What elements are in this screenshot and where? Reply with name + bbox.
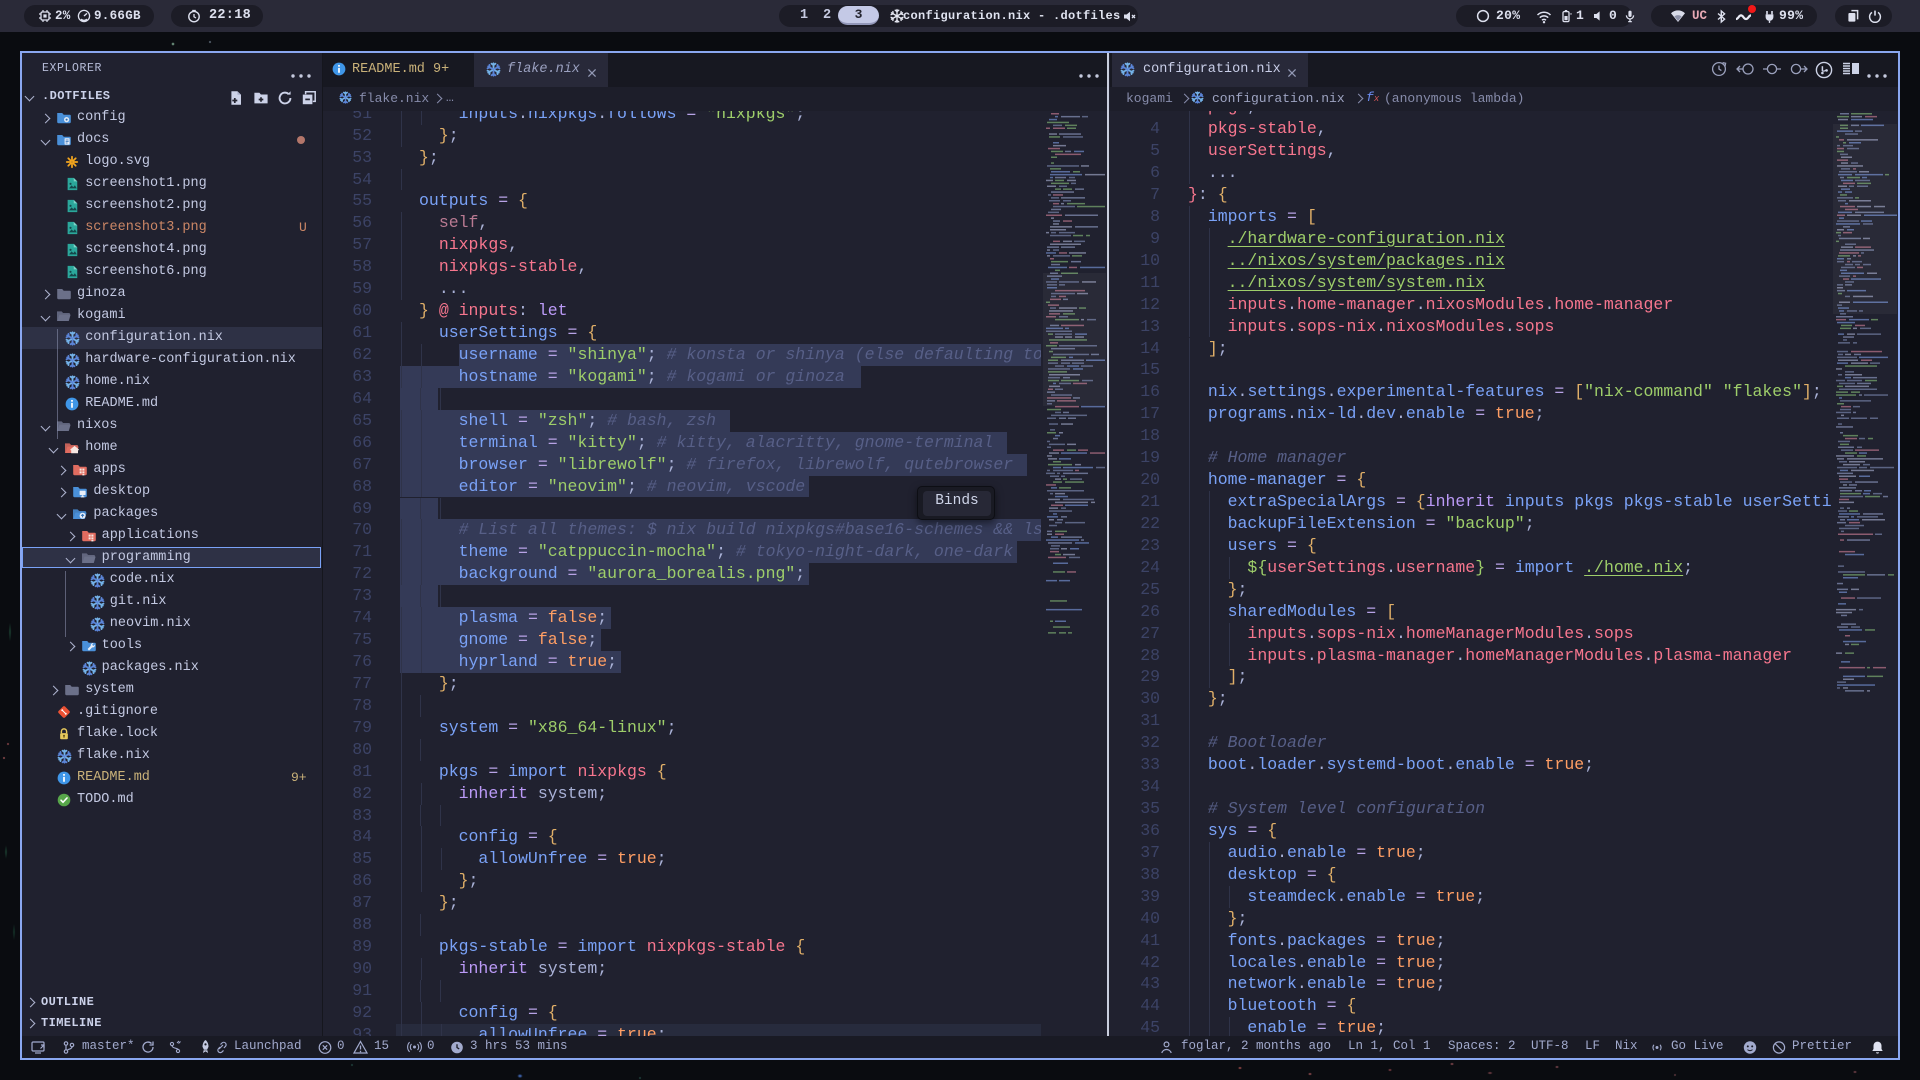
svg-text:*: * [1570, 13, 1573, 19]
